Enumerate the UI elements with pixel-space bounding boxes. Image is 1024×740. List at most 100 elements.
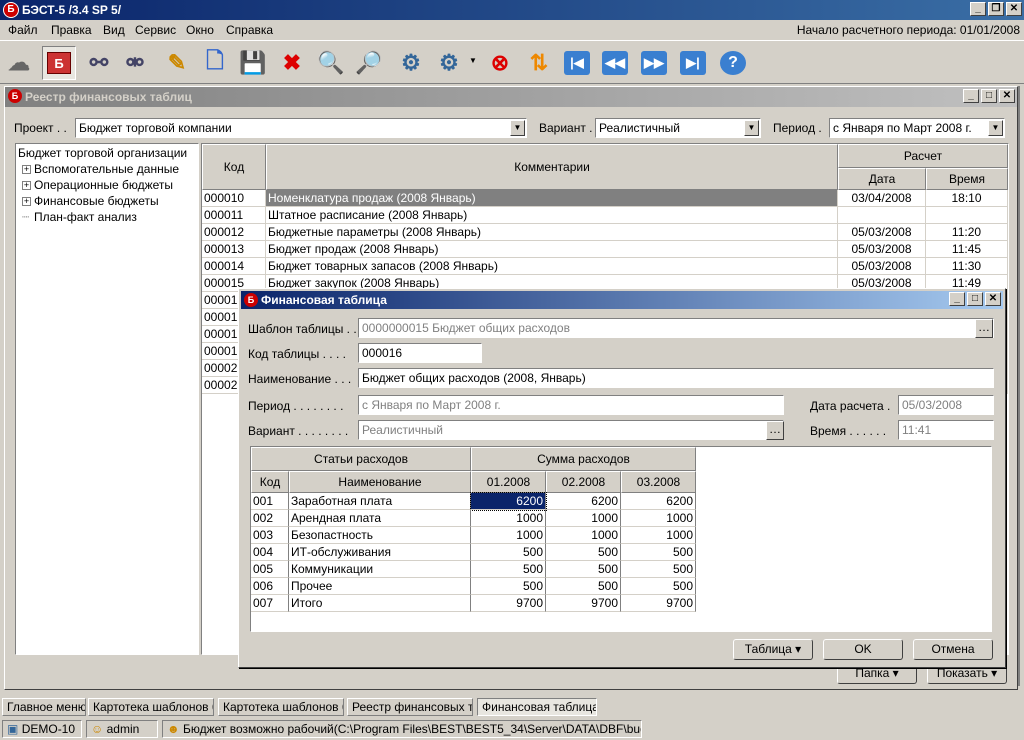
table-menu-button[interactable]: Таблица ▾ <box>733 639 813 660</box>
menu-edit[interactable]: Правка <box>51 23 92 37</box>
restore-button[interactable]: ❐ <box>988 2 1004 16</box>
grid-cell-amount-selected[interactable]: 6200 <box>470 492 547 511</box>
calc-icon[interactable]: ⚙ <box>394 46 428 80</box>
grid-cell-amount[interactable]: 9700 <box>546 595 621 612</box>
prev-icon[interactable]: ◀◀ <box>598 46 632 80</box>
grid-cell-name[interactable]: Заработная плата <box>289 493 471 510</box>
tree-root[interactable]: Бюджет торговой организации <box>18 146 187 160</box>
expand-icon[interactable]: + <box>22 181 31 191</box>
refresh-icon[interactable]: ⇅ <box>522 46 556 80</box>
next-icon[interactable]: ▶▶ <box>637 46 671 80</box>
table-row[interactable]: 000014 Бюджет товарных запасов (2008 Янва… <box>202 258 1008 275</box>
grid-cell-amount[interactable]: 1000 <box>471 527 546 544</box>
variant-browse-button[interactable]: … <box>766 421 784 440</box>
grid-row[interactable]: 005 Коммуникации 500 500 500 <box>251 561 696 578</box>
tree-item-financial[interactable]: + Финансовые бюджеты <box>22 194 159 208</box>
grid-cell-amount[interactable]: 1000 <box>621 527 696 544</box>
col-header-date[interactable]: Дата <box>838 168 926 190</box>
grid-cell-name[interactable]: Безопастность <box>289 527 471 544</box>
grid-cell-amount[interactable]: 9700 <box>621 595 696 612</box>
grid-row[interactable]: 006 Прочее 500 500 500 <box>251 578 696 595</box>
edit-icon[interactable]: ✎ <box>160 46 194 80</box>
dialog-maximize-button[interactable]: □ <box>967 292 983 306</box>
grid-cell-name[interactable]: Итого <box>289 595 471 612</box>
tree-item-aux[interactable]: + Вспомогательные данные <box>22 162 179 176</box>
grid-col-month-3[interactable]: 03.2008 <box>621 471 696 493</box>
menu-file[interactable]: Файл <box>8 23 38 37</box>
grid-row[interactable]: 004 ИТ-обслуживания 500 500 500 <box>251 544 696 561</box>
calc-all-icon[interactable]: ⚙ <box>432 46 466 80</box>
template-field[interactable]: 0000000015 Бюджет общих расходов <box>358 318 994 338</box>
close-button[interactable]: ✕ <box>1006 2 1022 16</box>
task-registry[interactable]: Реестр финансовых та <box>347 698 473 716</box>
grid-cell-code[interactable]: 001 <box>251 493 289 510</box>
template-browse-button[interactable]: … <box>975 319 993 338</box>
grid-cell-amount[interactable]: 1000 <box>546 510 621 527</box>
period-select[interactable]: с Января по Март 2008 г. ▼ <box>829 118 1005 138</box>
first-icon[interactable]: |◀ <box>560 46 594 80</box>
link-remove-icon[interactable]: ⚮ <box>118 46 152 80</box>
grid-cell-amount[interactable]: 500 <box>621 561 696 578</box>
calc-dropdown-icon[interactable]: ▼ <box>469 56 477 65</box>
new-doc-icon[interactable]: 🗋 <box>198 46 232 80</box>
find-icon[interactable]: 🔍 <box>314 46 348 80</box>
table-row[interactable]: 000011 Штатное расписание (2008 Январь) <box>202 207 1008 224</box>
grid-cell-amount[interactable]: 500 <box>621 544 696 561</box>
grid-cell-code[interactable]: 004 <box>251 544 289 561</box>
ok-button[interactable]: OK <box>823 639 903 660</box>
grid-cell-amount[interactable]: 1000 <box>471 510 546 527</box>
grid-cell-code[interactable]: 003 <box>251 527 289 544</box>
grid-col-month-1[interactable]: 01.2008 <box>471 471 546 493</box>
table-row[interactable]: 000010 Номенклатура продаж (2008 Январь) 0… <box>202 190 1008 207</box>
grid-cell-name[interactable]: Арендная плата <box>289 510 471 527</box>
grid-col-code[interactable]: Код <box>251 471 289 493</box>
col-header-code[interactable]: Код <box>202 144 266 190</box>
no-calc-icon[interactable]: ⊗ <box>483 46 517 80</box>
grid-row[interactable]: 002 Арендная плата 1000 1000 1000 <box>251 510 696 527</box>
menu-window[interactable]: Окно <box>186 23 214 37</box>
project-select[interactable]: Бюджет торговой компании ▼ <box>75 118 527 138</box>
grid-cell-amount[interactable]: 1000 <box>621 510 696 527</box>
grid-cell-amount[interactable]: 500 <box>546 544 621 561</box>
chevron-down-icon[interactable]: ▼ <box>744 120 759 136</box>
tree-item-planfact[interactable]: ┈ План-факт анализ <box>22 210 137 224</box>
task-templates-1[interactable]: Картотека шаблонов б <box>88 698 214 716</box>
network-icon[interactable]: ☁ <box>2 46 36 80</box>
grid-cell-amount[interactable]: 6200 <box>546 493 621 510</box>
table-row[interactable]: 000012 Бюджетные параметры (2008 Январь) 0… <box>202 224 1008 241</box>
grid-row[interactable]: 007 Итого 9700 9700 9700 <box>251 595 696 612</box>
grid-cell-name[interactable]: Коммуникации <box>289 561 471 578</box>
registry-maximize-button[interactable]: □ <box>981 89 997 103</box>
help-icon[interactable]: ? <box>716 46 750 80</box>
grid-cell-name[interactable]: ИТ-обслуживания <box>289 544 471 561</box>
delete-icon[interactable]: ✖ <box>275 46 309 80</box>
grid-cell-code[interactable]: 005 <box>251 561 289 578</box>
name-field[interactable]: Бюджет общих расходов (2008, Январь) <box>358 368 994 388</box>
menu-view[interactable]: Вид <box>103 23 125 37</box>
grid-cell-amount[interactable]: 500 <box>471 544 546 561</box>
tree-item-operational[interactable]: + Операционные бюджеты <box>22 178 173 192</box>
task-templates-2[interactable]: Картотека шаблонов б <box>218 698 344 716</box>
grid-cell-amount[interactable]: 6200 <box>621 493 696 510</box>
chevron-down-icon[interactable]: ▼ <box>510 120 525 136</box>
grid-cell-code[interactable]: 006 <box>251 578 289 595</box>
menu-service[interactable]: Сервис <box>135 23 176 37</box>
col-header-comments[interactable]: Комментарии <box>266 144 838 190</box>
task-main-menu[interactable]: Главное меню <box>2 698 86 716</box>
grid-cell-amount[interactable]: 500 <box>546 578 621 595</box>
expand-icon[interactable]: + <box>22 165 31 175</box>
grid-cell-amount[interactable]: 500 <box>471 561 546 578</box>
save-icon[interactable]: 💾 <box>236 46 270 80</box>
table-row[interactable]: 000013 Бюджет продаж (2008 Январь) 05/03/2… <box>202 241 1008 258</box>
code-field[interactable]: 000016 <box>358 343 482 363</box>
minimize-button[interactable]: _ <box>970 2 986 16</box>
grid-row[interactable]: 001 Заработная плата 6200 6200 6200 <box>251 492 696 511</box>
variant-select[interactable]: Реалистичный ▼ <box>595 118 761 138</box>
grid-cell-amount[interactable]: 500 <box>471 578 546 595</box>
grid-col-month-2[interactable]: 02.2008 <box>546 471 621 493</box>
col-header-time[interactable]: Время <box>926 168 1008 190</box>
variant-field[interactable]: Реалистичный <box>358 420 784 440</box>
grid-col-name[interactable]: Наименование <box>289 471 471 493</box>
registry-close-button[interactable]: ✕ <box>999 89 1015 103</box>
grid-cell-amount[interactable]: 500 <box>621 578 696 595</box>
